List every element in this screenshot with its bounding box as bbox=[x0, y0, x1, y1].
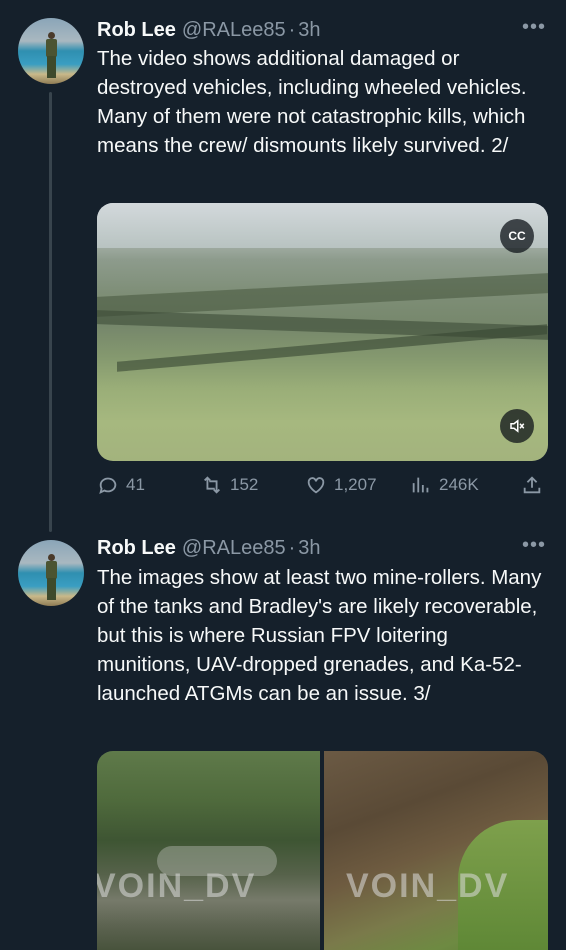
author-handle[interactable]: @RALee85 bbox=[182, 19, 286, 42]
tweet-text: The video shows additional damaged or de… bbox=[97, 47, 527, 157]
retweet-count: 152 bbox=[230, 475, 259, 494]
more-options-button[interactable]: ••• bbox=[522, 16, 546, 39]
share-button[interactable] bbox=[521, 474, 543, 496]
author-name[interactable]: Rob Lee bbox=[97, 19, 176, 42]
avatar-body bbox=[46, 561, 57, 579]
tweet-actions: 41 152 1,207 246K bbox=[97, 474, 547, 500]
author-name[interactable]: Rob Lee bbox=[97, 537, 176, 560]
like-button[interactable]: 1,207 bbox=[305, 474, 377, 496]
author-handle[interactable]: @RALee85 bbox=[182, 537, 286, 560]
avatar[interactable] bbox=[18, 18, 84, 84]
avatar-legs bbox=[47, 578, 56, 600]
like-count: 1,207 bbox=[334, 475, 377, 494]
heart-icon bbox=[307, 477, 325, 494]
view-count: 246K bbox=[439, 475, 479, 494]
tweet-header: Rob Lee @RALee85 · 3h bbox=[97, 534, 321, 562]
separator: · bbox=[288, 18, 296, 41]
photo-1[interactable]: VOIN_DV bbox=[97, 751, 320, 950]
watermark: VOIN_DV bbox=[346, 867, 510, 905]
reply-icon bbox=[99, 477, 117, 495]
avatar-legs bbox=[47, 56, 56, 78]
retweet-button[interactable]: 152 bbox=[201, 474, 258, 496]
captions-button[interactable]: CC bbox=[500, 219, 534, 253]
retweet-icon bbox=[204, 476, 220, 494]
mute-button[interactable] bbox=[500, 409, 534, 443]
separator: · bbox=[288, 536, 296, 559]
avatar[interactable] bbox=[18, 540, 84, 606]
tweet-text: The images show at least two mine-roller… bbox=[97, 566, 542, 705]
analytics-icon bbox=[412, 477, 429, 493]
mute-icon bbox=[510, 419, 525, 433]
video-player[interactable]: CC bbox=[97, 203, 548, 461]
video-sky bbox=[97, 203, 548, 248]
photo-grid: VOIN_DV VOIN_DV bbox=[97, 751, 548, 950]
photo-2[interactable]: VOIN_DV bbox=[324, 751, 548, 950]
thread-line bbox=[49, 92, 52, 532]
reply-count: 41 bbox=[126, 475, 145, 494]
more-options-button[interactable]: ••• bbox=[522, 534, 546, 557]
share-icon bbox=[523, 476, 541, 494]
watermark: VOIN_DV bbox=[97, 867, 257, 905]
timestamp[interactable]: 3h bbox=[298, 537, 320, 560]
avatar-body bbox=[46, 39, 57, 57]
reply-button[interactable]: 41 bbox=[97, 474, 145, 496]
avatar-head bbox=[48, 554, 55, 561]
avatar-head bbox=[48, 32, 55, 39]
video-treeline bbox=[97, 273, 548, 317]
timestamp[interactable]: 3h bbox=[298, 19, 320, 42]
views-button[interactable]: 246K bbox=[410, 474, 479, 496]
tweet-header: Rob Lee @RALee85 · 3h bbox=[97, 16, 321, 44]
